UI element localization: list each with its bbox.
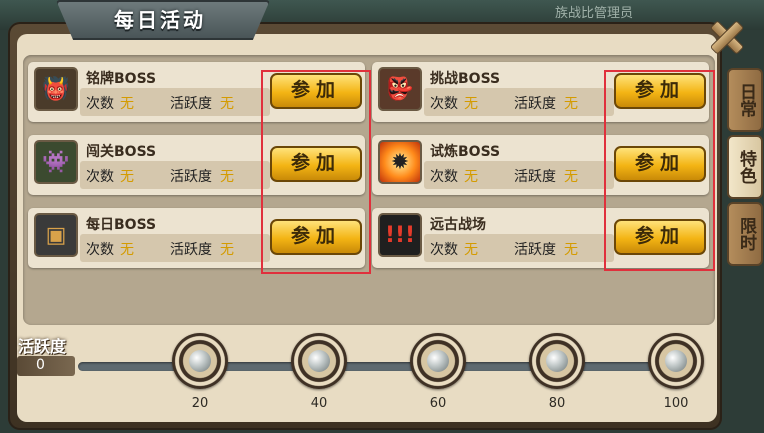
activity-label: 活跃度 [170, 242, 212, 258]
activity-value-box [17, 356, 75, 376]
count-label: 次数 [430, 96, 458, 112]
highlight-box-right [604, 70, 715, 271]
activity-name: 试炼BOSS [430, 144, 501, 160]
milestone-label: 80 [548, 396, 566, 411]
window-title: 每日活动 [114, 8, 206, 32]
pearl-icon [546, 350, 568, 372]
count-value: 无 [120, 96, 134, 112]
count-value: 无 [120, 169, 134, 185]
monster-icon: 👹 [34, 67, 78, 111]
pearl-icon [189, 350, 211, 372]
activity-progress-track [78, 362, 698, 371]
pearl-icon [308, 350, 330, 372]
tab-featured[interactable]: 特色 [727, 135, 763, 199]
activity-label: 活跃度 [514, 169, 556, 185]
milestone-reward-100[interactable] [648, 333, 704, 389]
monster-icon: 👾 [34, 140, 78, 184]
milestone-reward-80[interactable] [529, 333, 585, 389]
activity-value: 无 [564, 242, 578, 258]
activity-label: 活跃度 [514, 242, 556, 258]
activity-name: 铭牌BOSS [86, 71, 157, 87]
explosion-icon: ✹ [378, 140, 422, 184]
count-label: 次数 [86, 169, 114, 185]
activity-value: 无 [220, 96, 234, 112]
pearl-icon [427, 350, 449, 372]
activity-value: 无 [220, 169, 234, 185]
count-value: 无 [120, 242, 134, 258]
activity-value: 无 [564, 96, 578, 112]
pearl-icon [665, 350, 687, 372]
milestone-reward-60[interactable] [410, 333, 466, 389]
tab-limited[interactable]: 限时 [727, 202, 763, 266]
background-text: 族战比管理员 [555, 6, 634, 21]
activity-value: 无 [564, 169, 578, 185]
activity-bar-title: 活跃度 [18, 337, 67, 356]
close-button[interactable] [706, 16, 746, 56]
highlight-box-left [261, 70, 371, 274]
count-label: 次数 [86, 242, 114, 258]
activity-name: 每日BOSS [86, 217, 157, 233]
activity-name: 远古战场 [430, 217, 486, 233]
milestone-reward-20[interactable] [172, 333, 228, 389]
milestone-label: 60 [429, 396, 447, 411]
milestone-label: 40 [310, 396, 328, 411]
activity-label: 活跃度 [514, 96, 556, 112]
tab-daily[interactable]: 日常 [727, 68, 763, 132]
activity-label: 活跃度 [170, 169, 212, 185]
activity-label: 活跃度 [170, 96, 212, 112]
activity-name: 闯关BOSS [86, 144, 157, 160]
count-label: 次数 [430, 242, 458, 258]
milestone-reward-40[interactable] [291, 333, 347, 389]
count-value: 无 [464, 242, 478, 258]
count-label: 次数 [86, 96, 114, 112]
monster-icon: 👺 [378, 67, 422, 111]
count-label: 次数 [430, 169, 458, 185]
treasure-chest-icon: ▣ [34, 213, 78, 257]
activity-name: 挑战BOSS [430, 71, 501, 87]
count-value: 无 [464, 96, 478, 112]
activity-value: 无 [220, 242, 234, 258]
milestone-label: 100 [663, 396, 689, 411]
milestone-label: 20 [191, 396, 209, 411]
intruder-icon: !!! [378, 213, 422, 257]
count-value: 无 [464, 169, 478, 185]
activity-bar-value: 0 [36, 357, 45, 373]
